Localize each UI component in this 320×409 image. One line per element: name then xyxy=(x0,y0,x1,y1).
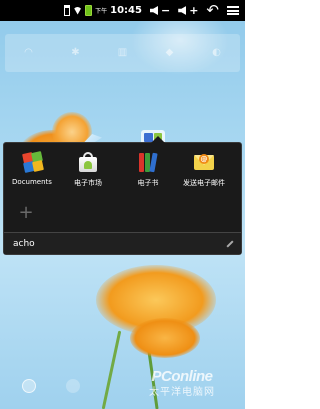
pencil-icon[interactable] xyxy=(226,239,234,248)
folder-name: acho xyxy=(13,238,35,249)
back-icon[interactable]: ↶ xyxy=(206,3,219,18)
folder-name-bar[interactable]: acho xyxy=(4,232,241,254)
documents-tile xyxy=(32,160,44,172)
popup-arrow xyxy=(151,136,165,143)
wifi-icon xyxy=(73,6,83,15)
flower-stem xyxy=(101,330,122,409)
email-icon: @ xyxy=(193,151,215,173)
app-market[interactable]: 电子市场 xyxy=(60,151,116,188)
folder-popup: Documents 电子市场 电子书 @ 发送电子邮件 + acho xyxy=(3,136,242,255)
book-spine xyxy=(139,153,144,172)
usb-icon xyxy=(64,5,71,16)
wifi-toggle-icon[interactable]: ◠ xyxy=(24,48,34,58)
status-bar: 下午 10:45 − + ↶ xyxy=(0,0,245,21)
watermark: PConline 太平洋电脑网 xyxy=(122,368,242,398)
clock: 10:45 xyxy=(110,5,142,16)
brightness-toggle-icon[interactable]: ◐ xyxy=(212,48,222,58)
add-app-button[interactable]: + xyxy=(16,203,36,223)
ebook-icon xyxy=(137,151,159,173)
app-email[interactable]: @ 发送电子邮件 xyxy=(176,151,232,188)
microphone-icon[interactable] xyxy=(22,379,36,393)
volume-up-button[interactable]: + xyxy=(178,5,198,16)
battery-icon xyxy=(85,5,93,16)
watermark-subtitle: 太平洋电脑网 xyxy=(149,387,215,398)
android-icon xyxy=(84,161,92,169)
bluetooth-toggle-icon[interactable]: ✱ xyxy=(71,48,81,58)
volume-down-symbol: − xyxy=(160,4,171,17)
flower xyxy=(130,318,200,358)
app-label: 电子市场 xyxy=(74,179,102,187)
menu-icon[interactable] xyxy=(227,6,239,15)
ampm-label: 下午 xyxy=(95,8,108,15)
sync-toggle-icon[interactable]: ▥ xyxy=(118,48,128,58)
at-sign-icon: @ xyxy=(199,154,209,164)
volume-down-button[interactable]: − xyxy=(149,4,171,17)
market-icon xyxy=(77,151,99,173)
app-label: 电子书 xyxy=(137,179,159,187)
app-documents[interactable]: Documents xyxy=(4,151,60,186)
app-label: Documents xyxy=(12,178,52,186)
app-ebook[interactable]: 电子书 xyxy=(120,151,176,188)
documents-icon xyxy=(21,151,44,173)
book-spine xyxy=(149,152,158,173)
volume-up-icon xyxy=(178,6,187,15)
people-icon[interactable] xyxy=(66,379,80,393)
volume-up-symbol: + xyxy=(189,4,199,17)
gps-toggle-icon[interactable]: ◆ xyxy=(165,48,175,58)
volume-down-icon xyxy=(149,6,158,15)
app-label: 发送电子邮件 xyxy=(183,179,225,187)
power-control-widget: ◠ ✱ ▥ ◆ ◐ xyxy=(5,34,240,72)
